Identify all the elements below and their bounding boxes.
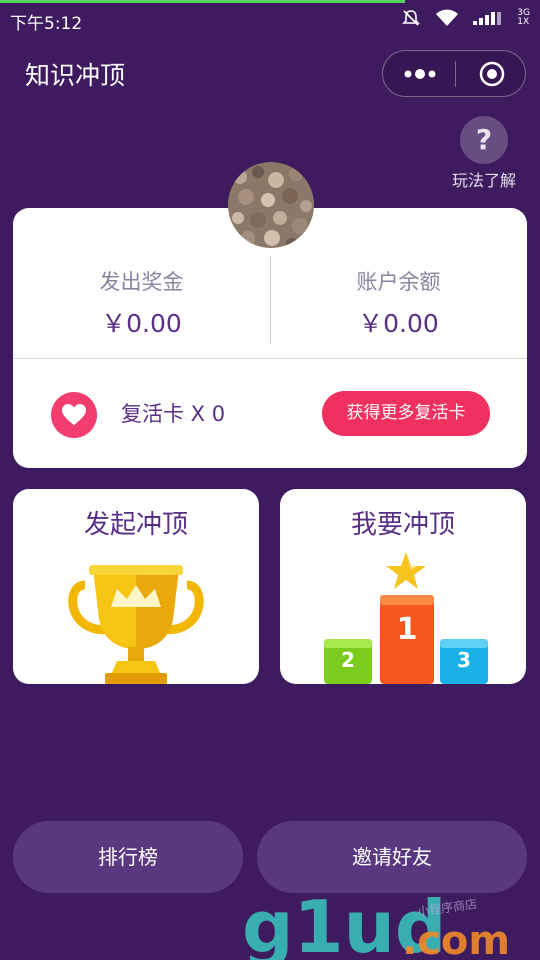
podium-second-label: 2 [341, 648, 355, 672]
join-challenge-card[interactable]: 我要冲顶 2 1 3 [280, 489, 526, 684]
status-time: 下午5:12 [10, 14, 83, 34]
prize-label: 发出奖金 [99, 270, 184, 294]
leaderboard-button[interactable]: 排行榜 [13, 821, 243, 893]
help-button[interactable]: ? 玩法了解 [446, 116, 522, 190]
balance-stat[interactable]: 账户余额 ￥0.00 [270, 266, 527, 340]
podium-first-label: 1 [397, 612, 418, 647]
start-challenge-card[interactable]: 发起冲顶 [13, 489, 259, 684]
avatar-image [228, 162, 314, 248]
close-button[interactable] [456, 51, 526, 96]
watermark-brand: g1ud [242, 885, 446, 960]
balance-value: ￥0.00 [358, 309, 439, 338]
watermark-tagline: 小程序商店 [416, 896, 478, 919]
card-divider [13, 358, 527, 359]
network-type-bottom: 1X [517, 17, 530, 27]
mini-program-capsule [382, 50, 526, 97]
more-button[interactable] [383, 51, 455, 96]
prize-value: ￥0.00 [101, 309, 182, 338]
mute-icon [402, 10, 421, 26]
more-dots-icon [404, 69, 436, 79]
page-title: 知识冲顶 [25, 61, 126, 90]
question-icon: ? [460, 116, 508, 164]
status-bar: 下午5:12 3G 1X [0, 3, 540, 35]
prize-stat: 发出奖金 ￥0.00 [13, 266, 270, 340]
get-more-revive-button[interactable]: 获得更多复活卡 [322, 391, 490, 436]
invite-friends-button[interactable]: 邀请好友 [257, 821, 527, 893]
avatar[interactable] [228, 162, 314, 248]
help-label: 玩法了解 [451, 171, 516, 190]
network-type: 3G 1X [517, 9, 530, 27]
wifi-icon [436, 9, 459, 26]
podium-third-label: 3 [457, 648, 471, 672]
podium-icon: 2 1 3 [324, 552, 488, 684]
watermark-domain: .com [402, 918, 510, 960]
heart-icon [51, 392, 97, 438]
balance-label: 账户余额 [356, 270, 441, 294]
revive-card-count: 复活卡 X 0 [121, 402, 226, 426]
signal-icon [473, 12, 502, 25]
target-close-icon [479, 61, 505, 87]
heart-shape [62, 404, 86, 425]
trophy-icon [68, 565, 204, 684]
status-icons: 3G 1X [401, 8, 530, 28]
